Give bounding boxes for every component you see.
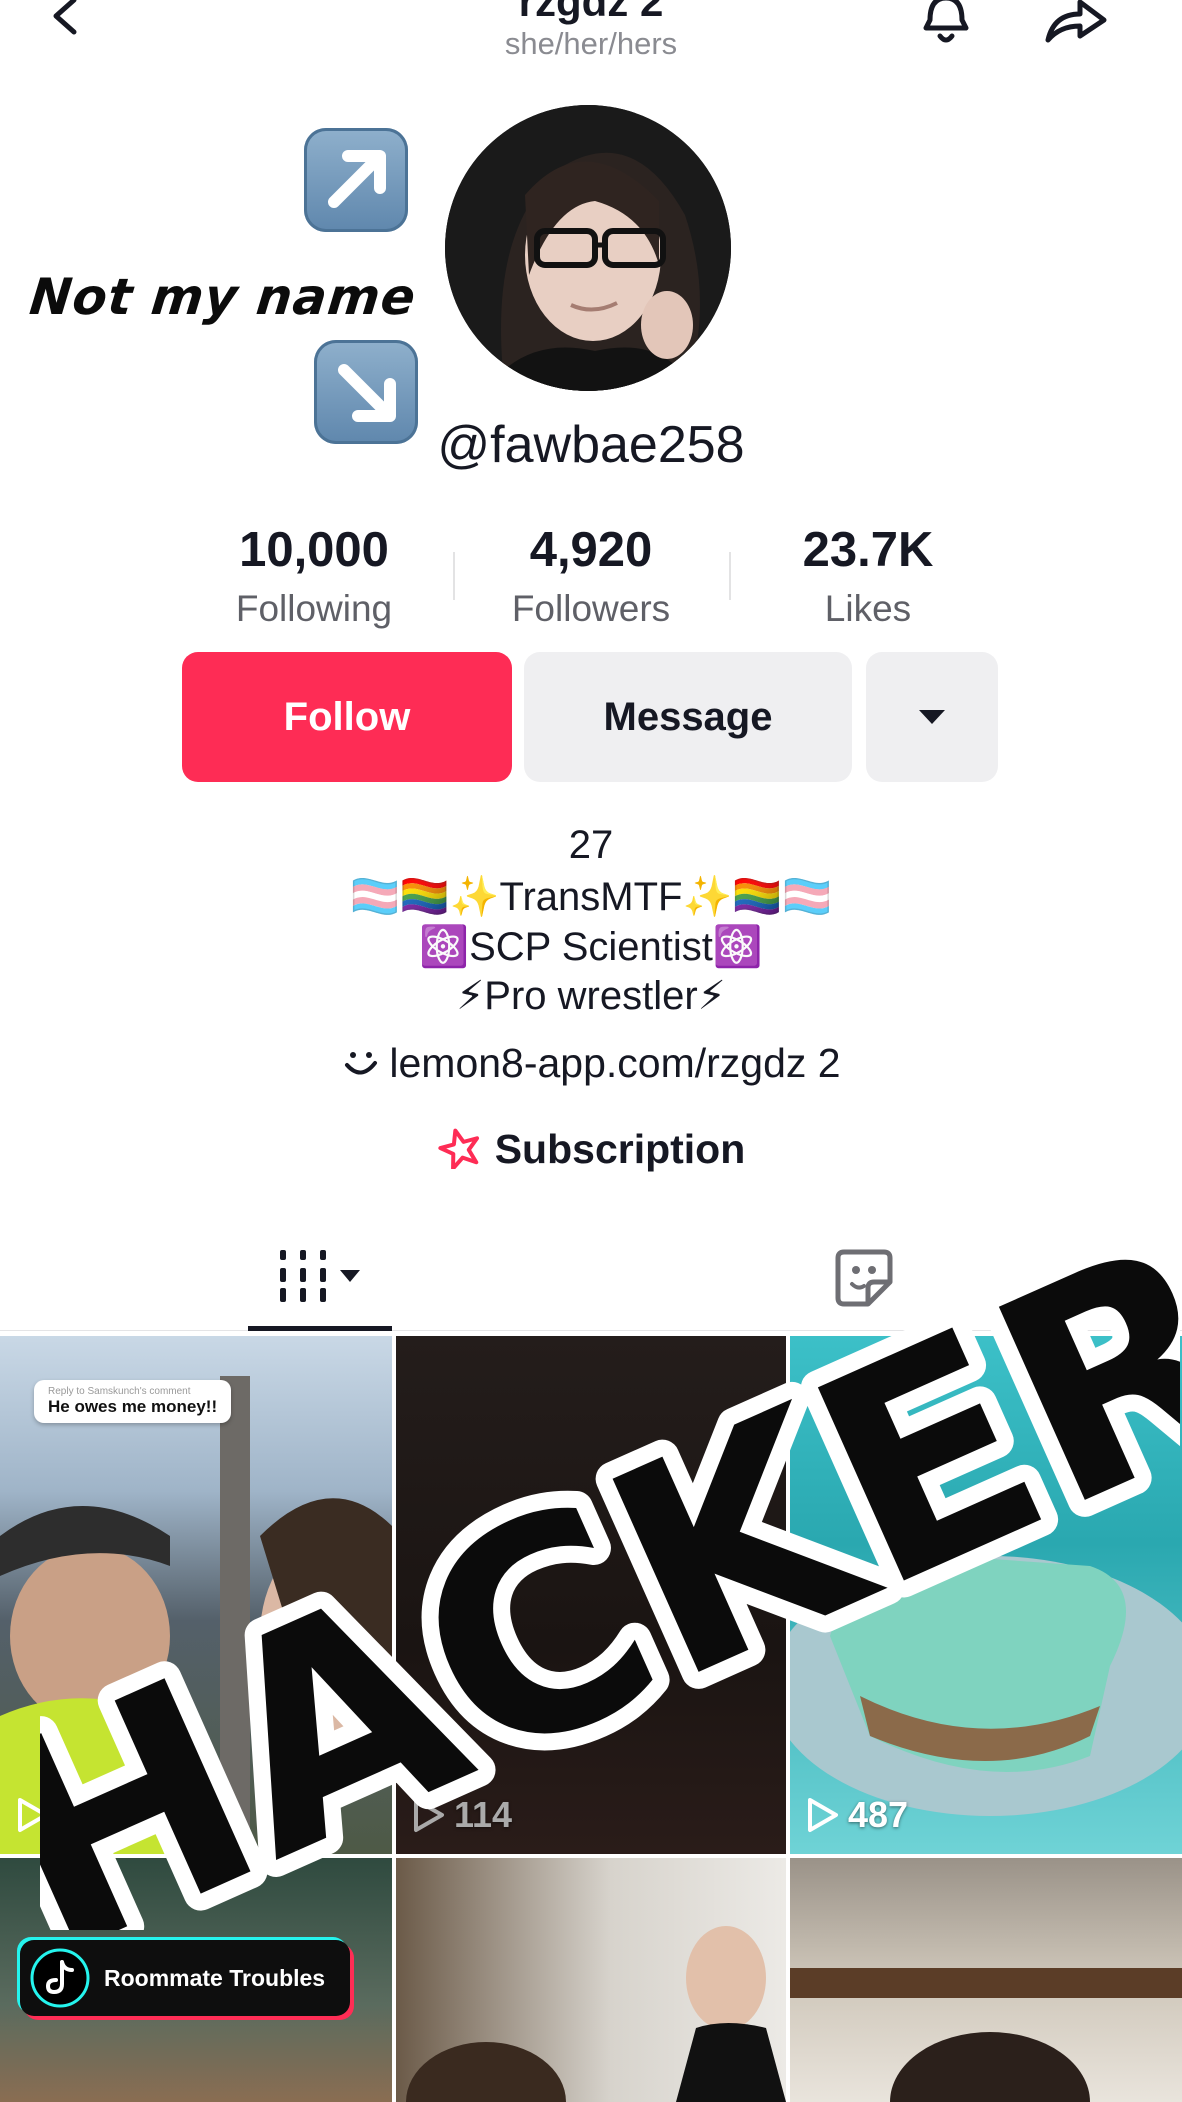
video-thumbnail[interactable]: 487 <box>790 1336 1182 1854</box>
follow-button[interactable]: Follow <box>182 652 512 782</box>
caption-text: Roommate Troubles <box>104 1964 326 1991</box>
tiktok-logo-icon <box>30 1948 90 2008</box>
video-scene <box>790 1968 1182 2102</box>
subscription-label: Subscription <box>494 1126 746 1172</box>
bio-line: ⚡Pro wrestler⚡ <box>456 974 726 1018</box>
pronouns: she/her/hers <box>504 26 678 61</box>
video-scene <box>790 1556 1182 1816</box>
arrow-up-right-icon <box>304 128 408 232</box>
message-button[interactable]: Message <box>524 652 852 782</box>
video-thumbnail[interactable]: 114 <box>396 1336 786 1854</box>
subscription-star-icon <box>438 1128 479 1171</box>
tab-stickers[interactable] <box>834 1248 894 1313</box>
caption-small: Reply to Samskunch's comment <box>48 1386 191 1397</box>
caption-text: He owes me money!! <box>48 1397 218 1416</box>
video-thumbnail[interactable] <box>396 1858 786 2102</box>
bio-line: ⚛️SCP Scientist⚛️ <box>419 925 763 969</box>
followers-count[interactable]: 4,920 <box>451 522 731 578</box>
bio-link[interactable]: lemon8-app.com/rzgdz 2 <box>0 1040 1182 1087</box>
username-handle: @fawbae258 <box>437 416 745 474</box>
view-count-text: 114 <box>454 1794 513 1835</box>
view-count-text: 4 <box>58 1794 79 1835</box>
sticker-icon <box>835 1249 893 1307</box>
likes-count[interactable]: 23.7K <box>728 522 1008 578</box>
view-count: 114 <box>412 1794 512 1836</box>
video-caption-chip: Roommate Troubles <box>20 1940 350 2016</box>
subscription-button[interactable]: Subscription <box>0 1126 1182 1173</box>
tabs-divider <box>0 1330 1182 1331</box>
caret-down-icon <box>919 710 945 724</box>
video-scene <box>406 1926 786 2102</box>
play-icon <box>414 1798 444 1832</box>
active-tab-indicator <box>248 1326 392 1331</box>
following-count[interactable]: 10,000 <box>174 522 454 578</box>
view-count-text: 487 <box>848 1794 909 1835</box>
bio-link-text: lemon8-app.com/rzgdz 2 <box>389 1040 841 1086</box>
video-thumbnail[interactable]: Reply to Samskunch's comment He owes me … <box>0 1336 392 1854</box>
share-icon[interactable] <box>1040 0 1110 50</box>
avatar[interactable] <box>445 105 731 391</box>
avatar-photo <box>445 105 731 391</box>
more-options-button[interactable] <box>866 652 998 782</box>
grid-icon <box>280 1250 360 1302</box>
bio-line: 🏳️‍⚧️🏳️‍🌈✨TransMTF✨🏳️‍🌈🏳️‍⚧️ <box>350 875 832 919</box>
link-smile-icon <box>345 1052 378 1075</box>
play-icon <box>808 1798 838 1832</box>
bio-line: 27 <box>568 823 614 867</box>
profile-title: rzgdz 2 <box>518 0 664 25</box>
play-icon <box>18 1798 48 1832</box>
video-thumbnail[interactable] <box>790 1858 1182 2102</box>
video-caption-chip: Reply to Samskunch's comment He owes me … <box>34 1380 232 1423</box>
followers-label: Followers <box>511 588 671 629</box>
bell-icon[interactable] <box>918 0 974 50</box>
overlay-not-my-name: Not my name <box>26 268 420 326</box>
likes-label: Likes <box>824 588 912 629</box>
view-count: 487 <box>806 1794 908 1836</box>
view-count: 4 <box>16 1794 78 1836</box>
tab-videos[interactable] <box>276 1248 366 1309</box>
following-label: Following <box>235 588 393 629</box>
